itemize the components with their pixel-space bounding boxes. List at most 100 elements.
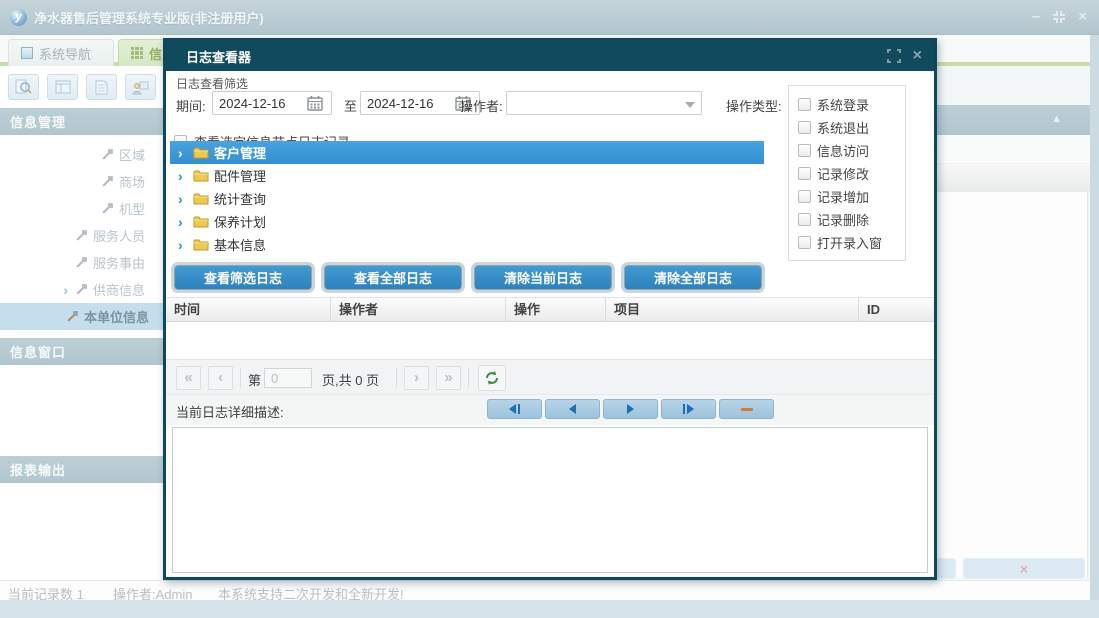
tab-label: 系统导航 [39,46,92,62]
view-filtered-logs-button[interactable]: 查看筛选日志 [174,265,312,290]
first-page-button[interactable]: « [176,366,201,390]
close-window-button[interactable]: × [1078,9,1087,25]
record-delete-button[interactable] [719,399,774,419]
chevron-right-icon[interactable]: › [178,191,188,207]
tree-node-customer-mgmt[interactable]: › 客户管理 [170,141,764,164]
chevron-right-icon[interactable]: › [178,145,188,161]
tree-node-basic-info[interactable]: › 基本信息 [170,233,764,256]
dialog-titlebar[interactable]: 日志查看器 × [166,41,934,71]
type-option-login[interactable]: 系统登录 [798,93,905,116]
sidebar-item-region[interactable]: 区域 [0,141,163,168]
chevron-right-icon[interactable]: › [178,168,188,184]
maximize-icon[interactable] [886,49,901,63]
sidebar-items: 区域 商场 机型 服务人员 服务事由 › 供商信息 本单位信息 [0,135,163,338]
sidebar-item-service-reason[interactable]: 服务事由 [0,249,163,276]
sidebar-item-company-info[interactable]: 本单位信息 [0,303,163,330]
clear-current-logs-button[interactable]: 清除当前日志 [474,265,612,290]
sidebar-item-label: 服务人员 [92,229,145,244]
search-toolbar-button[interactable] [8,74,39,100]
checkbox-label: 记录删除 [817,213,870,228]
close-icon: × [1019,560,1029,577]
background-close-button[interactable]: × [963,558,1085,579]
minimize-button[interactable]: – [1032,9,1040,25]
form-toolbar-button[interactable] [47,74,78,100]
type-option-open-entry[interactable]: 打开录入窗 [798,231,905,254]
tree-node-maintenance-plan[interactable]: › 保养计划 [170,210,764,233]
view-all-logs-button[interactable]: 查看全部日志 [324,265,462,290]
checkbox[interactable] [798,190,811,203]
page-number-input[interactable] [264,368,312,388]
operator-input[interactable] [507,92,679,114]
column-id[interactable]: ID [859,298,934,321]
type-option-modify[interactable]: 记录修改 [798,162,905,185]
sidebar-item-service-staff[interactable]: 服务人员 [0,222,163,249]
folder-icon [193,239,209,251]
type-option-add[interactable]: 记录增加 [798,185,905,208]
operation-type-panel: 系统登录 系统退出 信息访问 记录修改 记录增加 记录删除 打开录入窗 [788,85,906,261]
sidebar-section-info-window[interactable]: 信息窗口 [0,338,163,365]
record-last-button[interactable] [661,399,716,419]
checkbox[interactable] [798,236,811,249]
type-option-logout[interactable]: 系统退出 [798,116,905,139]
checkbox[interactable] [798,167,811,180]
folder-icon [193,216,209,228]
chevron-down-icon[interactable] [685,102,695,108]
clear-all-logs-button[interactable]: 清除全部日志 [624,265,762,290]
calendar-icon[interactable] [307,95,323,111]
tab-system-nav[interactable]: 系统导航 [8,39,114,66]
tool-icon [102,203,113,214]
record-first-button[interactable] [487,399,542,419]
tree-node-statistics[interactable]: › 统计查询 [170,187,764,210]
record-prev-button[interactable] [545,399,600,419]
log-detail-textarea[interactable] [172,427,928,573]
sidebar-toolbar [0,66,163,108]
tree-node-parts-mgmt[interactable]: › 配件管理 [170,164,764,187]
last-page-button[interactable]: » [436,366,461,390]
sidebar-item-model[interactable]: 机型 [0,195,163,222]
detail-label: 当前日志详细描述: [176,405,284,420]
column-time[interactable]: 时间 [166,298,331,321]
users-toolbar-button[interactable] [125,74,156,100]
column-operator[interactable]: 操作者 [331,298,506,321]
type-option-delete[interactable]: 记录删除 [798,208,905,231]
dialog-close-button[interactable]: × [913,48,922,64]
record-next-button[interactable] [603,399,658,419]
date-to-input[interactable] [361,95,455,111]
nav-tab-icon [21,47,33,59]
minus-icon [740,407,753,411]
checkbox-label: 系统退出 [817,121,870,136]
checkbox[interactable] [798,144,811,157]
prev-page-button[interactable]: ‹ [208,366,233,390]
refresh-button[interactable] [478,365,506,391]
sidebar-item-label: 供商信息 [92,283,145,298]
date-from-field[interactable] [212,91,332,115]
document-toolbar-button[interactable] [86,74,117,100]
checkbox[interactable] [798,121,811,134]
next-page-button[interactable]: › [404,366,429,390]
sidebar-spacer [0,483,163,593]
checkbox[interactable] [798,213,811,226]
sidebar-item-label: 服务事由 [92,256,145,271]
restore-button[interactable] [1052,10,1066,24]
collapse-arrow-icon[interactable]: ▲ [1051,113,1062,125]
column-item[interactable]: 项目 [606,298,859,321]
tree-node-label: 保养计划 [214,215,267,230]
column-action[interactable]: 操作 [506,298,606,321]
window-titlebar: y 净水器售后管理系统专业版(非注册用户) – × [0,0,1099,35]
operator-select[interactable] [506,91,702,115]
checkbox[interactable] [798,98,811,111]
log-table-header: 时间 操作者 操作 项目 ID [166,297,934,322]
chevron-right-icon[interactable]: › [178,214,188,230]
checkbox-label: 记录增加 [817,190,870,205]
sidebar-section-info-management[interactable]: 信息管理 [0,108,163,135]
sidebar-item-label: 机型 [118,202,145,217]
last-record-icon [687,404,694,414]
chevron-right-icon[interactable]: › [178,237,188,253]
sidebar: 信息管理 区域 商场 机型 服务人员 服务事由 › 供商信息 本单位信息 信息窗… [0,66,163,593]
sidebar-item-supplier-info[interactable]: › 供商信息 [0,276,163,303]
type-option-access[interactable]: 信息访问 [798,139,905,162]
sidebar-section-report-output[interactable]: 报表输出 [0,456,163,483]
sidebar-item-mall[interactable]: 商场 [0,168,163,195]
date-from-input[interactable] [213,95,307,111]
pagination-bar: « ‹ 第 页,共 0 页 › » [166,359,934,395]
